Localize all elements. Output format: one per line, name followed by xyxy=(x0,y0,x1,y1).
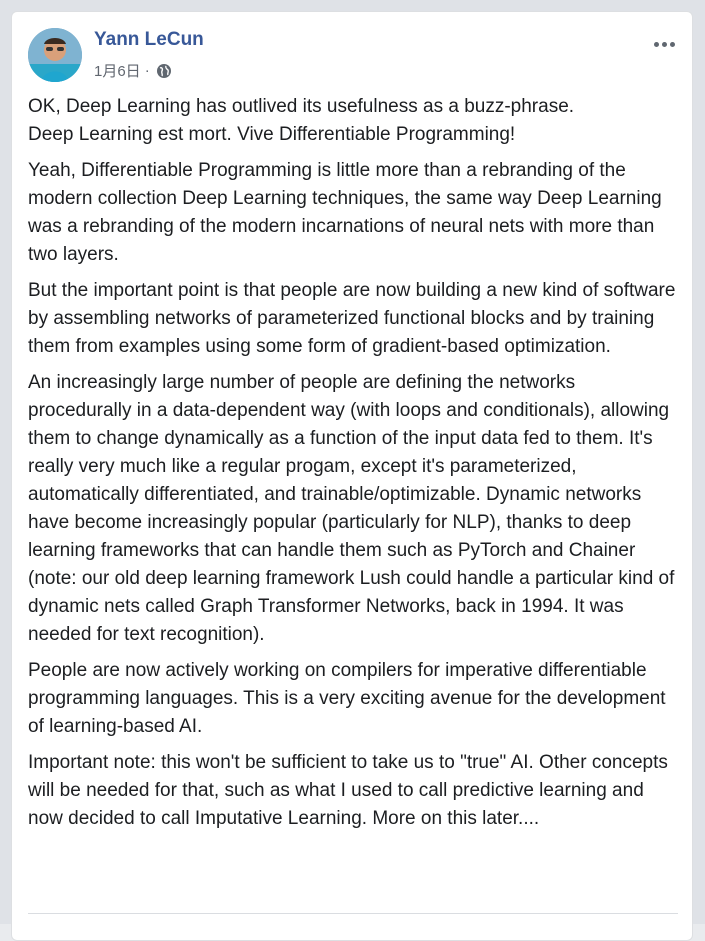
post-date[interactable]: 1月6日 xyxy=(94,60,141,81)
post-paragraph-2: Yeah, Differentiable Programming is litt… xyxy=(28,160,662,265)
author-name[interactable]: Yann LeCun xyxy=(94,29,204,51)
post-paragraph-3: But the important point is that people a… xyxy=(28,280,676,357)
post-paragraph-1: OK, Deep Learning has outlived its usefu… xyxy=(28,96,575,145)
globe-icon[interactable] xyxy=(156,63,172,79)
more-options-icon[interactable] xyxy=(650,34,678,54)
post-header: Yann LeCun 1月6日 · xyxy=(28,28,678,84)
post-body: OK, Deep Learning has outlived its usefu… xyxy=(28,93,682,841)
post-meta: 1月6日 · xyxy=(94,60,172,81)
post-paragraph-5: People are now actively working on compi… xyxy=(28,660,666,737)
post-card: Yann LeCun 1月6日 · OK, Deep Learning has … xyxy=(11,11,693,941)
post-paragraph-4: An increasingly large number of people a… xyxy=(28,372,675,645)
post-paragraph-6: Important note: this won't be sufficient… xyxy=(28,752,668,829)
meta-separator: · xyxy=(144,62,150,79)
post-divider xyxy=(28,913,678,914)
avatar[interactable] xyxy=(28,28,82,82)
